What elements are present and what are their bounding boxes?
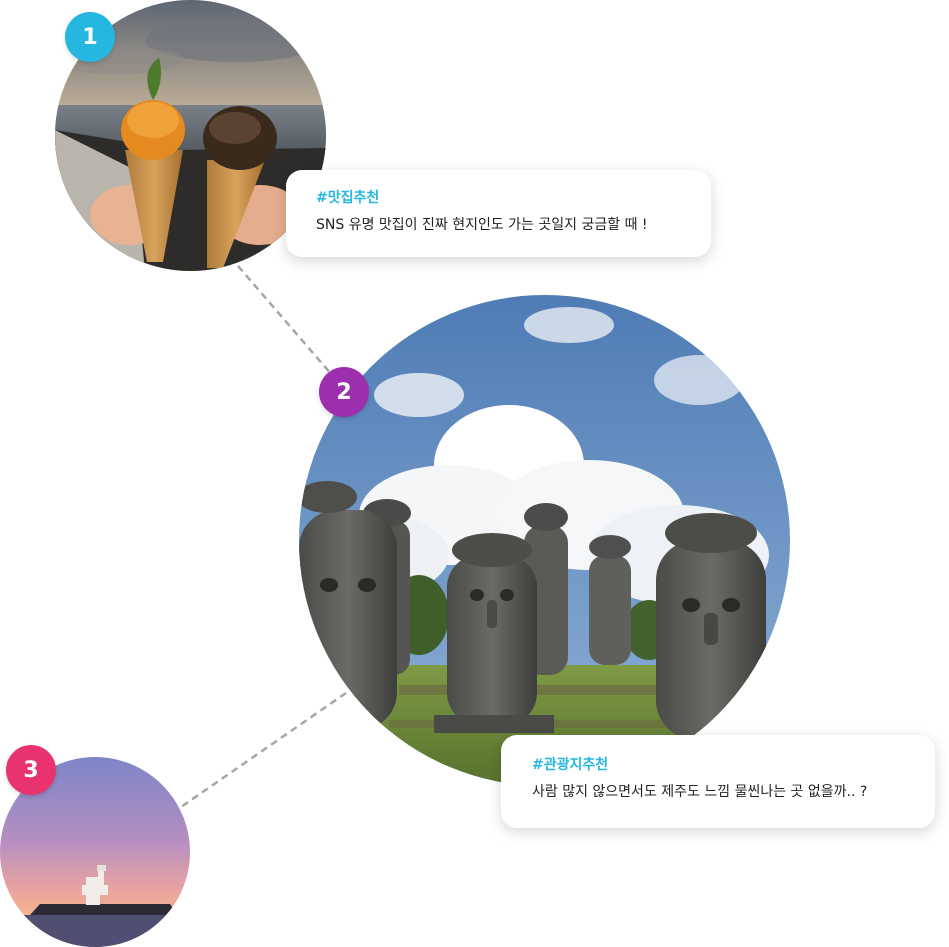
step-number-badge-1: 1 (65, 12, 115, 62)
bubble-message: 사람 많지 않으면서도 제주도 느낌 물씬나는 곳 없을까.. ? (532, 784, 868, 800)
speech-bubble-restaurant: #맛집추천 SNS 유명 맛집이 진짜 현지인도 가는 곳일지 궁금할 때 ! (286, 170, 711, 257)
stone-statues-photo[interactable] (299, 295, 790, 786)
connector-line-2-3 (180, 691, 347, 809)
bubble-message: SNS 유명 맛집이 진짜 현지인도 가는 곳일지 궁금할 때 ! (316, 217, 648, 233)
speech-bubble-attraction: #관광지추천 사람 많지 않으면서도 제주도 느낌 물씬나는 곳 없을까.. ? (501, 735, 935, 828)
hashtag-label: #관광지추천 (532, 757, 609, 773)
step-number-badge-2: 2 (319, 367, 369, 417)
step-number-badge-3: 3 (6, 745, 56, 795)
hashtag-label: #맛집추천 (316, 190, 380, 206)
connector-line-1-2 (237, 265, 333, 376)
